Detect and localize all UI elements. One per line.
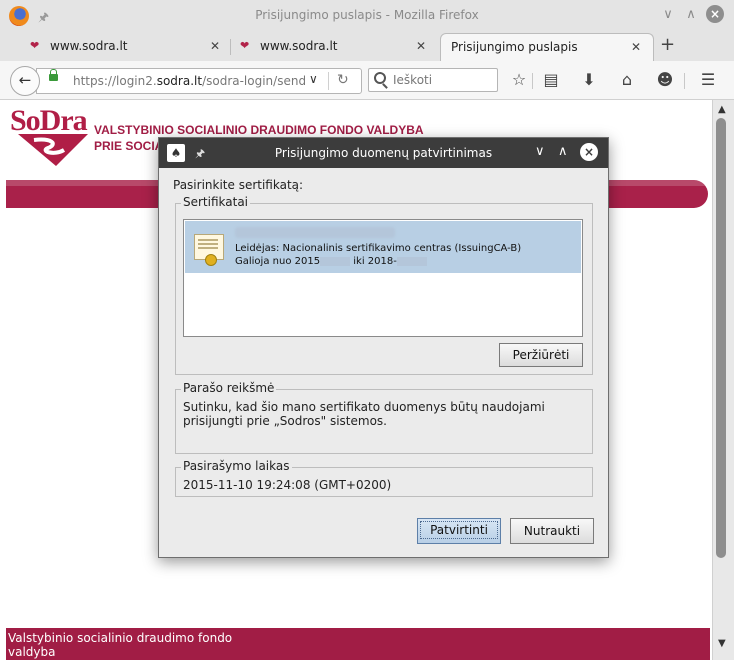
tab-label: Prisijungimo puslapis [451, 40, 578, 54]
confirm-login-dialog: ♠ 🖈 Prisijungimo duomenų patvirtinimas ∨… [158, 137, 609, 558]
history-dropdown-icon[interactable]: ∨ [309, 72, 318, 86]
sodra-favicon-icon: ❤ [240, 39, 250, 52]
tab-label: www.sodra.lt [260, 39, 338, 53]
chat-smiley-icon[interactable]: ☻ [655, 70, 675, 90]
back-button[interactable]: ← [10, 66, 40, 96]
signing-time-legend: Pasirašymo laikas [181, 459, 292, 473]
certificate-seal-icon [205, 254, 217, 266]
signature-legend: Parašo reikšmė [181, 381, 277, 395]
url-text[interactable]: https://login2.sodra.lt/sodra-login/send… [73, 74, 305, 88]
certificate-list-item[interactable]: Leidėjas: Nacionalinis sertifikavimo cen… [185, 221, 581, 273]
vertical-scrollbar[interactable]: ▲ ▼ [712, 100, 734, 660]
footer-text: Valstybinio socialinio draudimo fondo va… [8, 631, 233, 659]
tab-sodra-1[interactable]: ❤ www.sodra.lt ✕ [22, 33, 228, 60]
navigation-bar: https://login2.sodra.lt/sodra-login/send… [0, 61, 734, 100]
view-certificate-button[interactable]: Peržiūrėti [499, 343, 583, 367]
scroll-thumb[interactable] [716, 118, 726, 558]
lock-icon[interactable] [49, 69, 58, 81]
scroll-up-icon[interactable]: ▲ [718, 104, 726, 115]
dialog-titlebar: ♠ 🖈 Prisijungimo duomenų patvirtinimas ∨… [159, 138, 608, 168]
window-titlebar: 🖈 Prisijungimo puslapis - Mozilla Firefo… [0, 0, 734, 31]
menu-icon[interactable]: ☰ [698, 70, 718, 90]
window-title: Prisijungimo puslapis - Mozilla Firefox [255, 8, 479, 22]
signature-text: Sutinku, kad šio mano sertifikato duomen… [183, 400, 545, 428]
org-name-line1: VALSTYBINIO SOCIALINIO DRAUDIMO FONDO VA… [94, 123, 424, 137]
confirm-button-label: Patvirtinti [420, 521, 498, 539]
dialog-close-icon[interactable]: × [580, 143, 598, 161]
sodra-logo-s-icon [18, 134, 88, 166]
certificate-issuer: Leidėjas: Nacionalinis sertifikavimo cen… [235, 243, 522, 254]
minimize-icon[interactable]: ∨ [660, 7, 676, 23]
search-icon [374, 72, 386, 84]
select-certificate-label: Pasirinkite sertifikatą: [173, 178, 304, 192]
certificates-legend: Sertifikatai [181, 195, 251, 209]
dialog-maximize-icon[interactable]: ∧ [558, 144, 568, 159]
tab-close-icon[interactable]: ✕ [416, 39, 426, 53]
new-tab-icon[interactable]: + [660, 34, 675, 55]
page-footer: Valstybinio socialinio draudimo fondo va… [6, 628, 710, 660]
downloads-icon[interactable]: ⬇ [579, 70, 599, 90]
window-close-icon[interactable]: × [706, 5, 724, 23]
reload-icon[interactable]: ↻ [337, 72, 349, 88]
tab-label: www.sodra.lt [50, 39, 128, 53]
maximize-icon[interactable]: ∧ [683, 7, 699, 23]
scroll-down-icon[interactable]: ▼ [718, 638, 726, 649]
sodra-favicon-icon: ❤ [30, 39, 40, 52]
url-bar[interactable]: https://login2.sodra.lt/sodra-login/send… [36, 68, 362, 94]
tab-prisijungimo-puslapis[interactable]: Prisijungimo puslapis ✕ [440, 33, 654, 61]
home-icon[interactable]: ⌂ [617, 70, 637, 90]
certificate-validity: Galioja nuo 2015 iki 2018- [235, 256, 427, 267]
tab-close-icon[interactable]: ✕ [210, 39, 220, 53]
bookmark-star-icon[interactable]: ☆ [509, 70, 529, 90]
tab-sodra-2[interactable]: ❤ www.sodra.lt ✕ [232, 33, 438, 60]
tab-close-icon[interactable]: ✕ [631, 40, 641, 54]
certificate-list[interactable]: Leidėjas: Nacionalinis sertifikavimo cen… [183, 219, 583, 337]
dialog-minimize-icon[interactable]: ∨ [535, 144, 545, 159]
confirm-button[interactable]: Patvirtinti [417, 518, 501, 544]
tab-bar: ❤ www.sodra.lt ✕ ❤ www.sodra.lt ✕ Prisij… [0, 31, 734, 62]
cancel-button[interactable]: Nutraukti [510, 518, 594, 544]
certificate-owner-redacted [235, 227, 395, 238]
search-input[interactable]: Ieškoti [368, 68, 498, 92]
signing-time-value: 2015-11-10 19:24:08 (GMT+0200) [183, 478, 392, 492]
search-placeholder: Ieškoti [393, 73, 433, 87]
reading-list-icon[interactable]: ▤ [541, 70, 561, 90]
